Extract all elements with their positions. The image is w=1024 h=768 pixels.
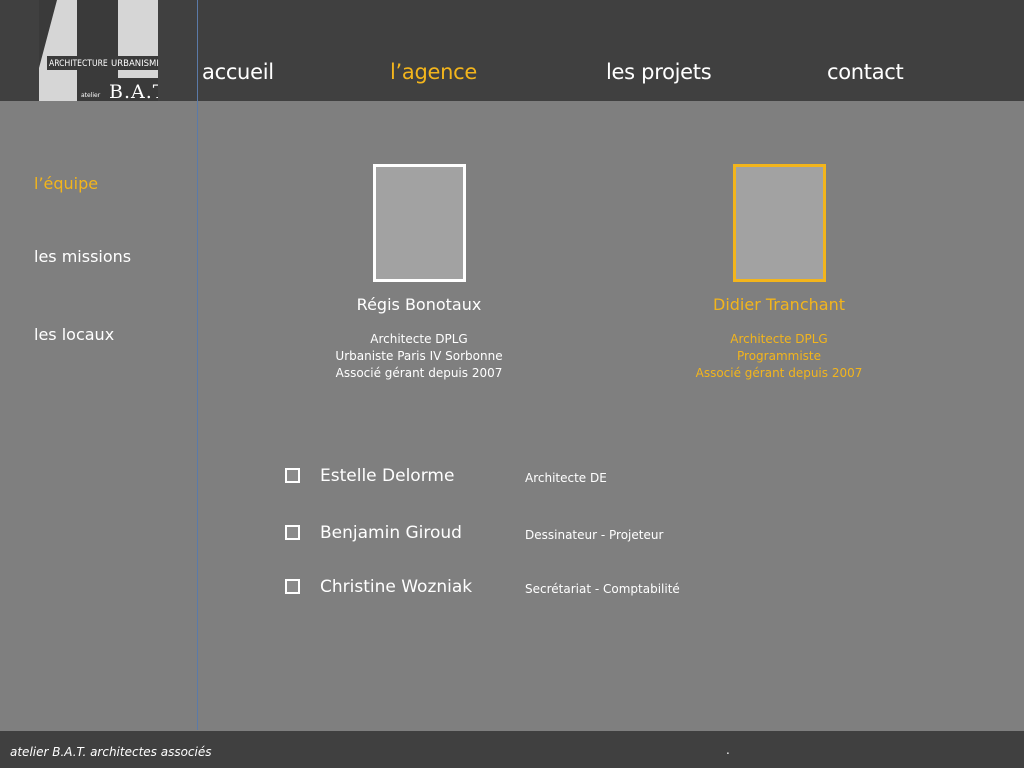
staff-name: Christine Wozniak <box>320 577 473 597</box>
staff-name: Benjamin Giroud <box>320 523 462 543</box>
nav-contact[interactable]: contact <box>827 60 904 84</box>
nav-accueil[interactable]: accueil <box>202 60 274 84</box>
footer-text: atelier B.A.T. architectes associés <box>10 745 212 759</box>
logo-main-text: B.A.T. <box>109 81 158 101</box>
logo-line2-text: URBANISME <box>111 59 158 69</box>
staff-checkbox-wozniak[interactable] <box>285 579 300 594</box>
logo-small-text: atelier <box>81 92 101 99</box>
partner-detail-line: Architecte DPLG <box>370 332 468 346</box>
staff-checkbox-delorme[interactable] <box>285 468 300 483</box>
sidebar-item-locaux[interactable]: les locaux <box>34 325 114 344</box>
nav-projets[interactable]: les projets <box>606 60 712 84</box>
partner-details: Architecte DPLG Urbaniste Paris IV Sorbo… <box>289 331 549 382</box>
nav-agence[interactable]: l’agence <box>390 60 477 84</box>
staff-role: Architecte DE <box>525 471 607 485</box>
header-bar: ARCHITECTURE URBANISME atelier B.A.T. ac… <box>0 0 1024 101</box>
partner-name: Didier Tranchant <box>713 295 845 314</box>
staff-role: Secrétariat - Comptabilité <box>525 582 680 596</box>
footer-dot: . <box>726 743 730 757</box>
sidebar-item-missions[interactable]: les missions <box>34 247 131 266</box>
partner-detail-line: Associé gérant depuis 2007 <box>695 366 863 380</box>
sidebar-divider <box>197 0 198 730</box>
staff-name: Estelle Delorme <box>320 466 455 486</box>
sidebar-item-equipe[interactable]: l’équipe <box>34 174 98 193</box>
partner-detail-line: Urbaniste Paris IV Sorbonne <box>335 349 503 363</box>
partner-detail-line: Associé gérant depuis 2007 <box>335 366 503 380</box>
staff-checkbox-giroud[interactable] <box>285 525 300 540</box>
staff-role: Dessinateur - Projeteur <box>525 528 664 542</box>
partner-details: Architecte DPLG Programmiste Associé gér… <box>649 331 909 382</box>
partner-photo-bonotaux[interactable] <box>373 164 466 282</box>
partner-detail-line: Architecte DPLG <box>730 332 828 346</box>
partner-name: Régis Bonotaux <box>356 295 482 314</box>
partner-detail-line: Programmiste <box>737 349 821 363</box>
partner-photo-tranchant[interactable] <box>733 164 826 282</box>
footer-bar: atelier B.A.T. architectes associés . <box>0 731 1024 768</box>
logo-line1-text: ARCHITECTURE <box>49 59 108 69</box>
atelier-bat-logo[interactable]: ARCHITECTURE URBANISME atelier B.A.T. <box>39 0 158 101</box>
